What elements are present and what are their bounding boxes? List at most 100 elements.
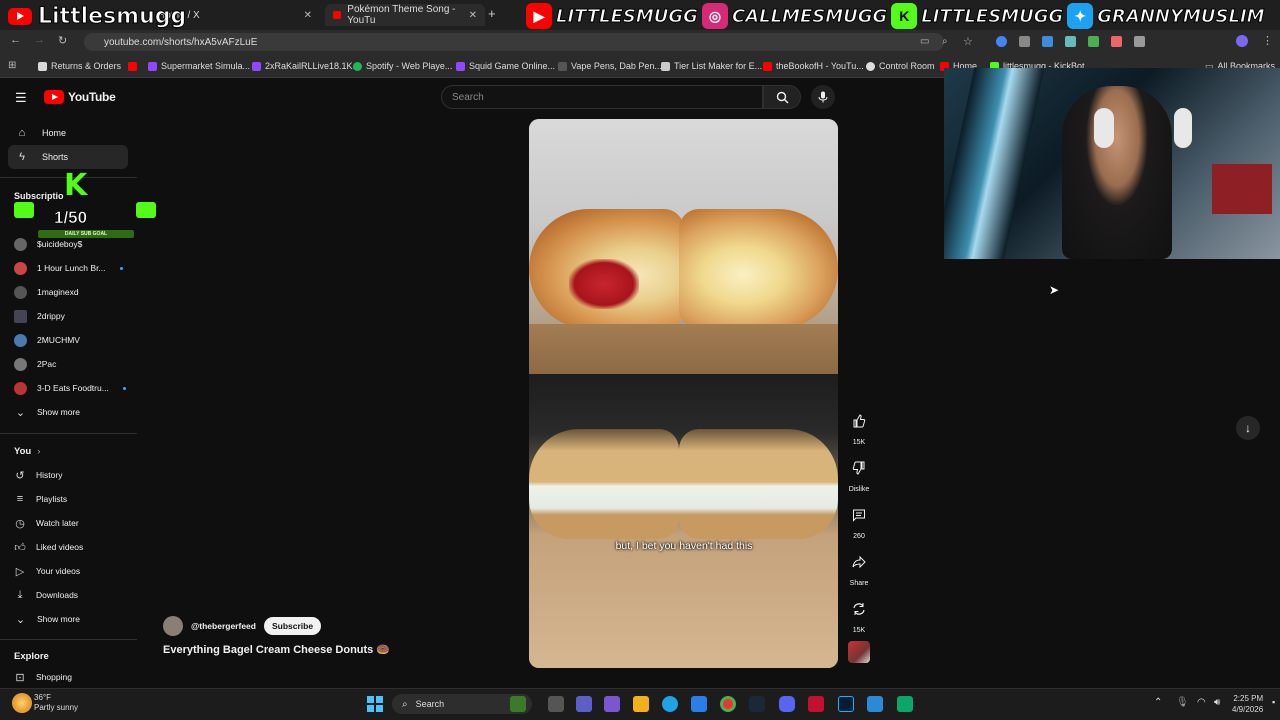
channel-avatar[interactable] [163,616,183,636]
sound-thumbnail[interactable] [848,641,870,663]
youtube-logo-icon [44,90,64,104]
remix-button[interactable]: 15K [845,595,873,634]
bookmark-item[interactable]: 2xRaKailRLLive18.1K... [252,58,360,74]
weather-widget[interactable]: 36°F Partly sunny [34,693,78,713]
sidebar-item-playlists[interactable]: ≡ Playlists [14,488,134,510]
forward-icon[interactable]: → [34,34,45,46]
zoom-icon[interactable]: ⌕ [942,36,948,47]
reload-icon[interactable]: ↻ [58,34,67,47]
copilot-icon[interactable] [604,696,620,712]
cast-icon[interactable]: ▭ [920,36,929,47]
apps-grid-icon[interactable]: ⊞ [8,60,16,71]
sidebar-item-shorts[interactable]: ϟ Shorts [8,145,128,169]
sidebar-item-watch-later[interactable]: ◷ Watch later [14,512,134,534]
channel-name[interactable]: @thebergerfeed [191,621,256,631]
obs-icon[interactable] [897,696,913,712]
next-short-button[interactable]: ↓ [1236,416,1260,440]
sidebar-item-history[interactable]: ↺ History [14,464,134,486]
adobe-icon[interactable] [808,696,824,712]
extension-icon[interactable] [1042,36,1053,47]
share-button[interactable]: Share [845,548,873,587]
avatar [14,309,27,323]
subscription-item[interactable]: 1maginexd [14,281,134,303]
comments-button[interactable]: 260 [845,501,873,540]
social-handles-overlay: ▶ LITTLESMUGG ◎ CALLMESMUGG K LITTLESMUG… [526,0,1265,32]
youtube-logo[interactable]: YouTube [44,90,116,104]
close-icon[interactable]: ✕ [304,10,312,21]
sidebar-item-shopping[interactable]: ⊡ Shopping [14,666,134,688]
subscription-item[interactable]: 2MUCHMV [14,329,134,351]
bookmark-favicon-icon [558,61,567,71]
sidebar-item-home[interactable]: ⌂ Home [8,121,128,145]
taskbar-widget-icon[interactable] [510,696,526,712]
bookmark-item[interactable]: Returns & Orders [38,58,121,74]
bookmark-item[interactable]: Squid Game Online... [456,58,555,74]
show-more-subscriptions[interactable]: ⌄ Show more [14,401,134,423]
volume-icon[interactable]: 🔊︎ [1214,697,1220,708]
sidebar-item-label: Playlists [36,494,68,504]
microphone-icon[interactable]: 🎙︎ [1176,697,1189,708]
sidebar-item-downloads[interactable]: ⤓ Downloads [14,584,134,606]
weather-icon[interactable] [12,693,32,713]
windows-start-icon[interactable] [367,696,383,712]
bookmark-item[interactable]: Supermarket Simula... [148,58,250,74]
subscription-item[interactable]: 2Pac [14,353,134,375]
photoshop-icon[interactable] [838,696,854,712]
tray-chevron-up-icon[interactable]: ⌃ [1154,697,1162,708]
clock[interactable]: 2:25 PM 4/9/2026 [1232,693,1263,715]
subscription-item[interactable]: 2drippy [14,305,134,327]
show-more-you[interactable]: ⌄ Show more [14,608,134,630]
teams-icon[interactable] [576,696,592,712]
extension-icon[interactable] [1019,36,1030,47]
video-frame-top [529,119,838,374]
share-icon [845,548,873,576]
menu-kebab-icon[interactable]: ⋮ [1262,34,1273,47]
chrome-icon[interactable] [720,696,736,712]
you-section-title[interactable]: You › [14,446,40,457]
search-input[interactable]: Search [441,85,763,109]
search-button[interactable] [763,85,801,109]
notepad-icon[interactable] [867,696,883,712]
dislike-button[interactable]: Dislike [845,454,873,493]
subscribe-button[interactable]: Subscribe [263,617,322,635]
store-icon[interactable] [691,696,707,712]
home-icon: ⌂ [18,127,26,139]
video-title[interactable]: Everything Bagel Cream Cheese Donuts 🍩 [163,643,390,656]
extension-icon[interactable] [1088,36,1099,47]
steam-icon[interactable] [749,696,765,712]
like-button[interactable]: 15K [845,407,873,446]
notification-bell-icon[interactable]: ▪ [1272,697,1275,707]
sidebar-item-your-videos[interactable]: ▷ Your videos [14,560,134,582]
sidebar-item-liked-videos[interactable]: 👍︎ Liked videos [14,536,134,558]
hamburger-menu-icon[interactable]: ☰ [15,90,27,106]
shorts-video-player[interactable]: but, I bet you haven't had this [529,119,838,668]
voice-search-button[interactable] [811,85,835,109]
subscription-item[interactable]: 1 Hour Lunch Br... [14,257,134,279]
bookmark-item[interactable]: Tier List Maker for E... [661,58,762,74]
back-icon[interactable]: ← [10,34,21,46]
wifi-icon[interactable]: ◠ [1197,697,1206,708]
subscription-item[interactable]: $uicideboy$ [14,233,134,255]
bookmark-item[interactable]: Vape Pens, Dab Pen... [558,58,662,74]
bookmark-item[interactable]: Spotify - Web Playe... [353,58,452,74]
url-field[interactable]: youtube.com/shorts/hxA5vAFzLuE [84,33,944,51]
jam-filling [569,259,639,309]
bookmark-star-icon[interactable]: ☆ [963,35,973,48]
extensions-puzzle-icon[interactable] [1134,36,1145,47]
browser-tab-pokemon[interactable]: Pokémon Theme Song - YouTu ✕ [325,4,485,26]
edge-icon[interactable] [662,696,678,712]
new-tab-icon[interactable]: + [488,6,496,21]
chevron-down-icon: ⌄ [15,406,26,419]
profile-avatar[interactable] [1236,35,1248,47]
extension-icon[interactable] [1111,36,1122,47]
bookmark-item[interactable]: Control Room [866,58,935,74]
extension-icon[interactable] [996,36,1007,47]
close-icon[interactable]: ✕ [469,10,477,21]
task-view-icon[interactable] [548,696,564,712]
bookmark-item[interactable] [128,58,137,74]
file-explorer-icon[interactable] [633,696,649,712]
subscription-item[interactable]: 3-D Eats Foodtru... [14,377,134,399]
discord-icon[interactable] [779,696,795,712]
extension-icon[interactable] [1065,36,1076,47]
bookmark-item[interactable]: theBookofH - YouTu... [763,58,864,74]
